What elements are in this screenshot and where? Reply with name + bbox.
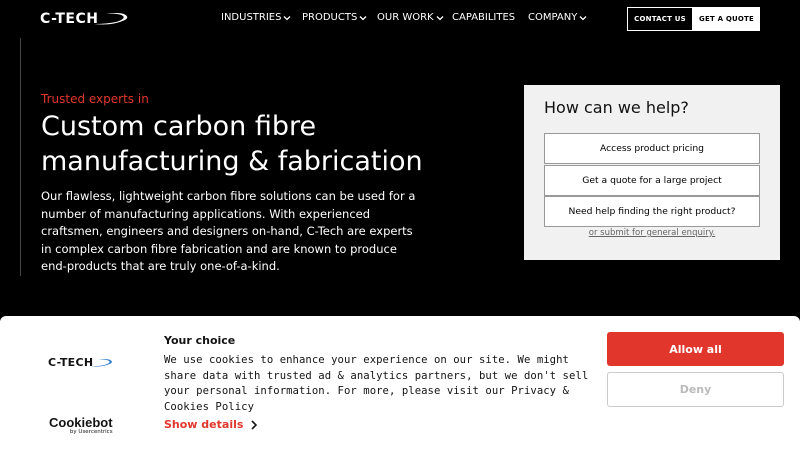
find-product-help-button[interactable]: Need help finding the right product?: [544, 196, 760, 227]
cookie-logo-text: C-TECH: [48, 356, 94, 369]
nav-our-work-label: OUR WORK: [377, 12, 434, 23]
chevron-right-icon: [251, 419, 258, 430]
nav-capabilities[interactable]: CAPABILITES: [452, 12, 515, 23]
large-project-quote-button[interactable]: Get a quote for a large project: [544, 165, 760, 196]
help-box-title: How can we help?: [544, 98, 689, 117]
nav-products-label: PRODUCTS: [302, 12, 358, 23]
hero-kicker: Trusted experts in: [41, 92, 149, 106]
cookie-description: We use cookies to enhance your experienc…: [164, 354, 589, 413]
nav-industries-label: INDUSTRIES: [221, 12, 282, 23]
cookie-banner-logo: C-TECH: [48, 356, 115, 369]
show-details-label: Show details: [164, 418, 244, 431]
hero-divider-line: [20, 38, 21, 276]
logo-swoosh-icon: [94, 13, 128, 25]
nav-company-label: COMPANY: [528, 12, 578, 23]
contact-us-button[interactable]: CONTACT US: [627, 7, 693, 31]
nav-products[interactable]: PRODUCTS: [302, 12, 367, 23]
chevron-down-icon: [579, 15, 587, 20]
cookiebot-subtitle: by Usercentrics: [69, 429, 113, 435]
nav-industries[interactable]: INDUSTRIES: [221, 12, 291, 23]
chevron-down-icon: [359, 15, 367, 20]
hero-description: Our flawless, lightweight carbon fibre s…: [41, 189, 416, 274]
site-logo[interactable]: C-TECH: [40, 10, 132, 28]
show-details-link[interactable]: Show details: [164, 418, 258, 431]
site-header: C-TECH INDUSTRIES PRODUCTS OUR WORK CAPA…: [0, 0, 800, 38]
logo-swoosh-icon: [90, 358, 113, 367]
access-pricing-button[interactable]: Access product pricing: [544, 133, 760, 164]
logo-text: C-TECH: [40, 11, 99, 27]
nav-capabilities-label: CAPABILITES: [452, 12, 516, 23]
hero-title: Custom carbon fibre manufacturing & fabr…: [41, 111, 423, 177]
cookie-title: Your choice: [164, 334, 236, 347]
nav-company[interactable]: COMPANY: [528, 12, 587, 23]
cookiebot-name: Cookiebot: [49, 415, 113, 430]
deny-button[interactable]: Deny: [607, 372, 784, 407]
general-enquiry-link[interactable]: or submit for general enquiry.: [544, 228, 760, 238]
help-box: How can we help? Access product pricing …: [524, 85, 780, 260]
chevron-down-icon: [436, 15, 444, 20]
cookie-banner: C-TECH Cookiebot by Usercentrics Your ch…: [0, 316, 800, 450]
nav-our-work[interactable]: OUR WORK: [377, 12, 444, 23]
get-a-quote-button[interactable]: GET A QUOTE: [693, 7, 760, 31]
cookiebot-logo[interactable]: Cookiebot by Usercentrics: [49, 416, 113, 436]
chevron-down-icon: [284, 15, 291, 20]
allow-all-button[interactable]: Allow all: [607, 332, 784, 366]
